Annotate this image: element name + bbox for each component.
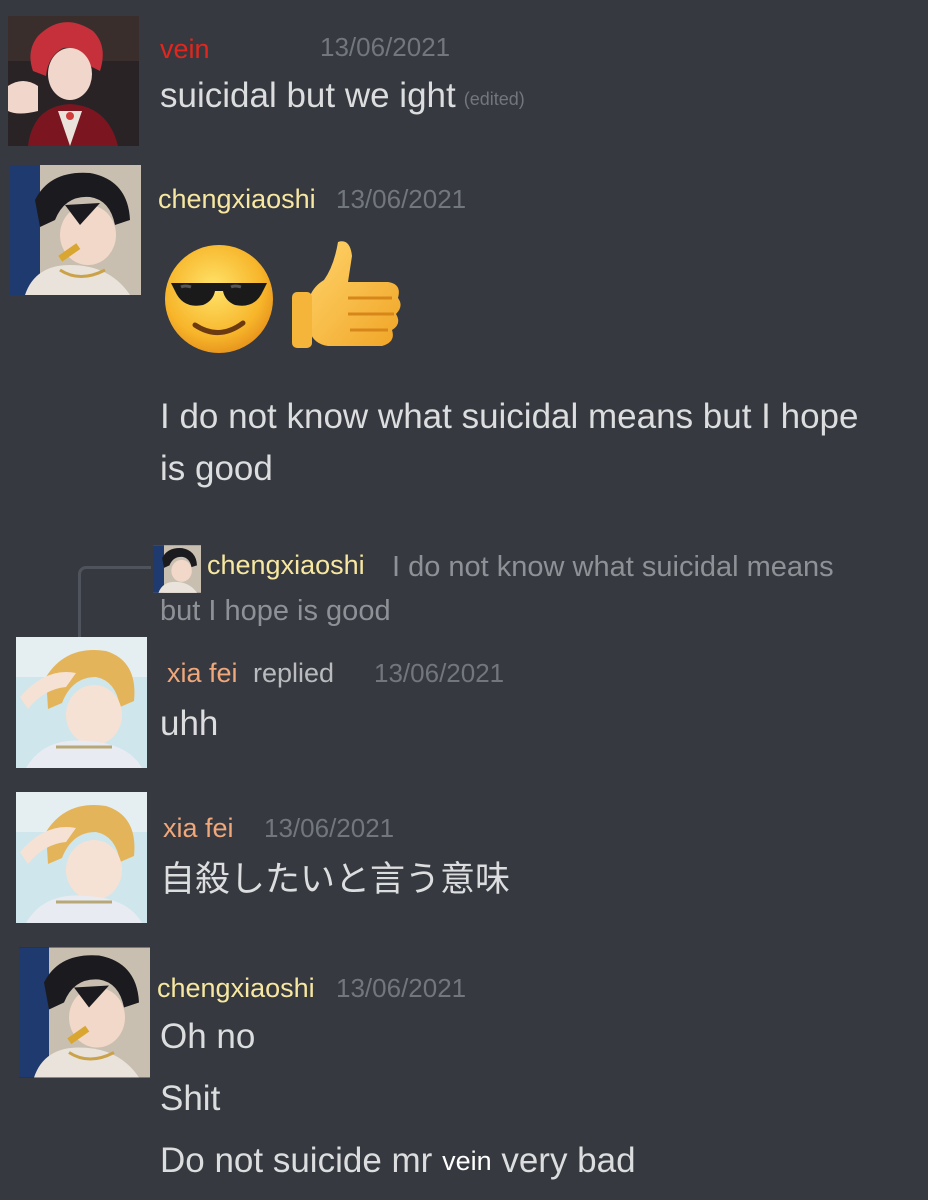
replied-label: replied xyxy=(253,658,335,688)
mention-vein[interactable]: vein xyxy=(442,1146,492,1176)
reply-avatar-chengxiaoshi[interactable] xyxy=(153,545,201,593)
avatar-chengxiaoshi-image xyxy=(19,947,150,1078)
timestamp: 13/06/2021 xyxy=(374,658,505,688)
username[interactable]: xia fei xyxy=(163,815,234,842)
message-line: suicidal but we ight xyxy=(160,76,456,115)
avatar-chengxiaoshi-image xyxy=(10,165,141,295)
timestamp: 13/06/2021 xyxy=(264,813,395,843)
username[interactable]: xia fei xyxy=(167,660,238,687)
message-line: I do not know what suicidal means but I … xyxy=(160,397,859,436)
username[interactable]: vein xyxy=(160,36,210,63)
avatar-xia-fei[interactable] xyxy=(16,792,147,923)
avatar-chengxiaoshi[interactable] xyxy=(19,947,150,1078)
avatar-vein-image xyxy=(8,16,139,146)
username[interactable]: chengxiaoshi xyxy=(157,975,315,1002)
reply-username[interactable]: chengxiaoshi xyxy=(207,552,365,579)
reply-preview-line[interactable]: but I hope is good xyxy=(160,597,391,626)
timestamp: 13/06/2021 xyxy=(320,32,451,62)
edited-label: (edited) xyxy=(463,89,525,109)
timestamp: 13/06/2021 xyxy=(336,973,467,1003)
message-text-before-mention: Do not suicide mr xyxy=(160,1141,433,1180)
avatar-xia-fei[interactable] xyxy=(16,637,147,768)
message-line: is good xyxy=(160,449,273,488)
avatar-vein[interactable] xyxy=(8,16,139,146)
reply-avatar-image xyxy=(153,545,201,593)
message-text: suicidal but we ight (edited) xyxy=(160,78,525,113)
message-line: Oh no xyxy=(160,1017,256,1056)
reply-spine xyxy=(78,566,151,639)
timestamp: 13/06/2021 xyxy=(336,184,467,214)
message-line: 自殺したいと言う意味 xyxy=(160,860,511,899)
message-line: Shit xyxy=(160,1079,221,1118)
message-line: uhh xyxy=(160,704,219,743)
message-line: Do not suicide mr vein very bad xyxy=(160,1143,636,1178)
username[interactable]: chengxiaoshi xyxy=(158,186,316,213)
avatar-xia-fei-image xyxy=(16,792,147,923)
avatar-xia-fei-image xyxy=(16,637,147,768)
thumbs-up-emoji-icon xyxy=(288,236,406,360)
sunglasses-emoji-icon xyxy=(163,243,275,355)
message-text-after-mention: very bad xyxy=(501,1141,636,1180)
reply-preview-line[interactable]: I do not know what suicidal means xyxy=(392,553,834,582)
avatar-chengxiaoshi[interactable] xyxy=(10,165,141,295)
